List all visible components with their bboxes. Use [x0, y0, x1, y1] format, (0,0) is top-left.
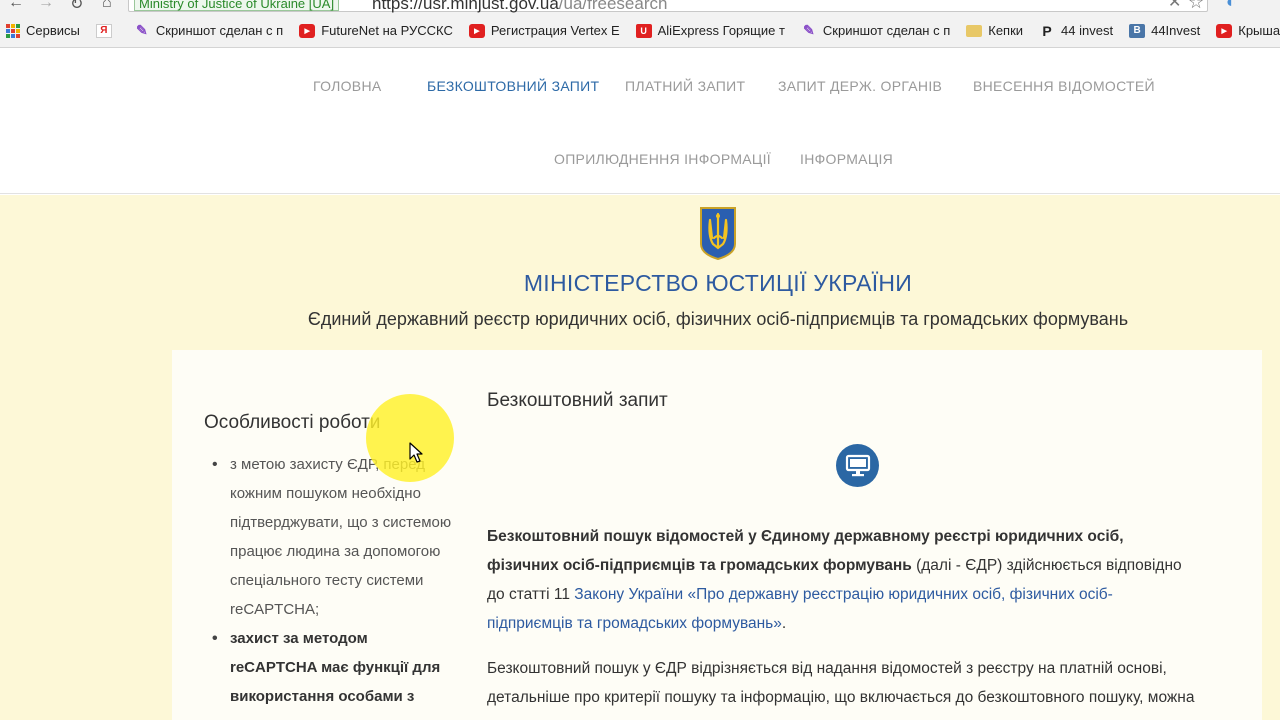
- free-search-button[interactable]: [836, 444, 879, 487]
- clear-icon[interactable]: ✕: [1168, 0, 1181, 12]
- bookmarks-bar: Сервисы Я ✎ Скриншот сделан с п ▶ Future…: [0, 14, 1280, 48]
- yandex-icon: Я: [95, 23, 112, 38]
- nav-home[interactable]: ГОЛОВНА: [313, 78, 382, 94]
- bookmark-label: Сервисы: [26, 23, 80, 38]
- bookmark-yandex[interactable]: Я: [95, 23, 118, 38]
- nav-free-request[interactable]: БЕЗКОШТОВНИЙ ЗАПИТ: [427, 78, 599, 94]
- bookmark-44invest-vk[interactable]: B 44Invest: [1129, 23, 1200, 38]
- bookmark-label: Скриншот сделан с п: [822, 23, 951, 38]
- features-title: Особливості роботи: [204, 412, 381, 433]
- apps-grid-icon: [6, 23, 20, 38]
- extension-icon[interactable]: ◐: [1226, 0, 1236, 12]
- vk-icon: B: [1129, 23, 1146, 38]
- free-search-difference-text: Безкоштовний пошук у ЄДР відрізняється в…: [487, 660, 1195, 706]
- bookmark-label: FutureNet на РУССКС: [321, 23, 453, 38]
- pen-icon: ✎: [136, 22, 148, 38]
- registry-subtitle: Єдиний державний реєстр юридичних осіб, …: [307, 309, 1129, 329]
- bookmark-label: 44Invest: [1151, 23, 1201, 38]
- free-request-title: Безкоштовний запит: [487, 390, 668, 411]
- pen-icon: ✎: [803, 22, 815, 38]
- list-item: захист за методом reCAPTCHA має функції …: [212, 624, 452, 720]
- bookmark-label: AliExpress Горящие т: [657, 23, 785, 38]
- bookmark-label: 44 invest: [1061, 23, 1114, 38]
- ministry-title: МІНІСТЕРСТВО ЮСТИЦІЇ УКРАЇНИ: [523, 270, 913, 296]
- nav-information[interactable]: ІНФОРМАЦІЯ: [800, 151, 893, 167]
- bookmark-star-icon[interactable]: ☆: [1188, 0, 1204, 13]
- url-host: https://usr.minjust.gov.ua: [372, 0, 559, 13]
- forward-arrow-icon[interactable]: →: [38, 0, 54, 12]
- bookmark-futurenet[interactable]: ▶ FutureNet на РУССКС: [299, 23, 453, 38]
- description-end: .: [781, 615, 787, 632]
- nav-state-bodies-request[interactable]: ЗАПИТ ДЕРЖ. ОРГАНІВ: [778, 78, 942, 94]
- aliexpress-icon: U: [635, 23, 652, 38]
- monitor-icon: [845, 454, 870, 476]
- main-nav: ГОЛОВНА БЕЗКОШТОВНИЙ ЗАПИТ ПЛАТНИЙ ЗАПИТ…: [0, 48, 1280, 194]
- youtube-icon: ▶: [468, 23, 485, 38]
- mouse-pointer-icon: [409, 442, 423, 463]
- nav-data-entry[interactable]: ВНЕСЕННЯ ВІДОМОСТЕЙ: [973, 78, 1155, 94]
- law-link[interactable]: Закону України «Про державну реєстрацію …: [487, 586, 1113, 632]
- bookmark-aliexpress[interactable]: U AliExpress Горящие т: [635, 23, 785, 38]
- youtube-icon: ▶: [1216, 23, 1233, 38]
- bookmark-apps[interactable]: Сервисы: [6, 23, 80, 38]
- bookmark-krysha-mira[interactable]: ▶ Крыша мира 8-: [1216, 23, 1280, 38]
- back-arrow-icon[interactable]: ←: [8, 0, 24, 12]
- free-search-description: Безкоштовний пошук відомостей у Єдиному …: [487, 522, 1187, 638]
- reload-icon[interactable]: ↻: [70, 0, 83, 14]
- youtube-icon: ▶: [299, 23, 316, 38]
- bookmark-44-invest[interactable]: P 44 invest: [1039, 22, 1114, 39]
- bookmark-label: Регистрация Vertex E: [490, 23, 620, 38]
- url-text[interactable]: https://usr.minjust.gov.ua/ua/freesearch: [372, 0, 667, 14]
- cursor-highlight: [366, 394, 454, 482]
- p-icon: P: [1042, 22, 1052, 39]
- browser-toolbar: ← → ↻ ⌂ Ministry of Justice of Ukraine […: [0, 0, 1280, 14]
- home-icon[interactable]: ⌂: [102, 0, 112, 12]
- bookmark-folder-kepki[interactable]: Кепки: [966, 23, 1023, 38]
- bookmark-label: Кепки: [988, 23, 1024, 38]
- folder-icon: [966, 24, 983, 37]
- nav-publication[interactable]: ОПРИЛЮДНЕННЯ ІНФОРМАЦІЇ: [554, 151, 771, 167]
- url-path: /ua/freesearch: [558, 0, 668, 13]
- nav-paid-request[interactable]: ПЛАТНИЙ ЗАПИТ: [625, 78, 745, 94]
- features-list: з метою захисту ЄДР, перед кожним пошуко…: [212, 450, 452, 720]
- bookmark-screenshot-1[interactable]: ✎ Скриншот сделан с п: [134, 22, 284, 38]
- ukraine-coat-of-arms-icon: [700, 207, 736, 260]
- bookmark-screenshot-2[interactable]: ✎ Скриншот сделан с п: [801, 22, 951, 38]
- bookmark-vertex[interactable]: ▶ Регистрация Vertex E: [468, 23, 620, 38]
- ev-certificate-badge[interactable]: Ministry of Justice of Ukraine [UA]: [134, 0, 340, 11]
- bookmark-label: Крыша мира 8-: [1238, 23, 1280, 38]
- bookmark-label: Скриншот сделан с п: [155, 23, 284, 38]
